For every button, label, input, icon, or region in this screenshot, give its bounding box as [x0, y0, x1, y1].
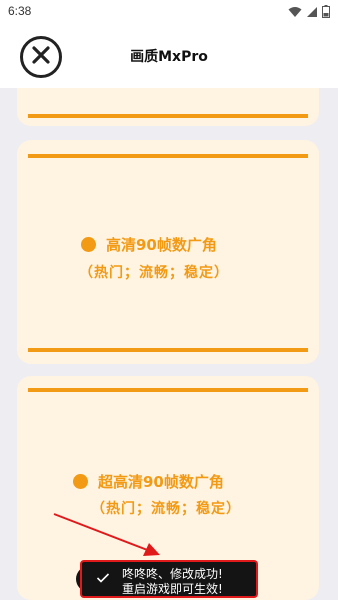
- annotation-arrow-icon: [53, 513, 160, 556]
- toast-line-2: 重启游戏即可生效!: [122, 582, 223, 596]
- check-icon: [96, 572, 110, 587]
- success-toast: 咚咚咚、修改成功! 重启游戏即可生效!: [80, 560, 258, 598]
- toast-line-1: 咚咚咚、修改成功!: [122, 567, 223, 581]
